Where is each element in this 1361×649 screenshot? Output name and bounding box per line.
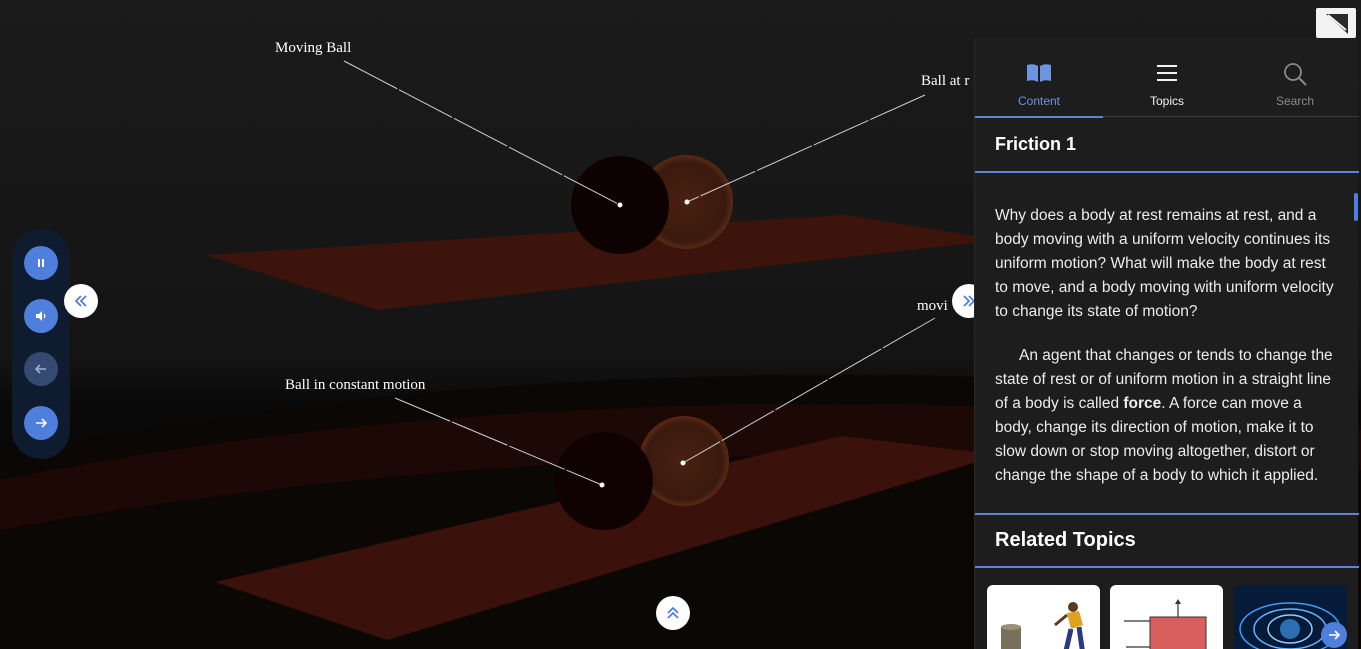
content-scrollbar[interactable] bbox=[1354, 193, 1358, 221]
related-topics-title: Related Topics bbox=[995, 529, 1136, 551]
panel-tabs: Content Topics Search bbox=[975, 38, 1359, 118]
fullscreen-toggle-button[interactable] bbox=[1316, 8, 1356, 38]
leader-dot bbox=[617, 202, 623, 208]
content-paragraph: An agent that changes or tends to change… bbox=[995, 344, 1341, 488]
topic-title: Friction 1 bbox=[995, 134, 1077, 154]
search-icon bbox=[1284, 63, 1307, 86]
chevrons-up-icon bbox=[667, 606, 679, 619]
corner-arrow-icon bbox=[1326, 14, 1348, 34]
related-topic-card[interactable] bbox=[987, 585, 1100, 649]
arrow-left-icon bbox=[34, 364, 46, 374]
tab-search-label: Search bbox=[1275, 94, 1315, 108]
expand-up-button[interactable] bbox=[656, 596, 690, 630]
label-moving: movi bbox=[917, 298, 948, 314]
content-paragraph: Why does a body at rest remains at rest,… bbox=[995, 207, 1334, 320]
tab-search[interactable]: Search bbox=[1231, 38, 1359, 118]
related-thumbnail-image bbox=[1124, 599, 1207, 649]
arrow-right-icon bbox=[1329, 630, 1341, 640]
label-ball-constant-motion: Ball in constant motion bbox=[285, 377, 426, 393]
bold-term: force bbox=[1123, 395, 1162, 412]
tab-topics-label: Topics bbox=[1149, 94, 1184, 108]
book-icon bbox=[1027, 64, 1051, 82]
tab-content-label: Content bbox=[1017, 94, 1061, 108]
related-divider bbox=[975, 566, 1359, 568]
pause-button[interactable] bbox=[24, 246, 58, 280]
leader-dot bbox=[680, 460, 686, 466]
tabs-divider bbox=[1103, 116, 1359, 117]
tab-content[interactable]: Content bbox=[975, 38, 1103, 118]
chevrons-left-icon bbox=[74, 295, 87, 307]
related-topic-card[interactable] bbox=[1110, 585, 1223, 649]
tab-topics[interactable]: Topics bbox=[1103, 38, 1231, 118]
label-moving-ball: Moving Ball bbox=[275, 40, 351, 56]
volume-icon bbox=[36, 311, 46, 321]
menu-icon bbox=[1157, 65, 1177, 81]
collapse-left-button[interactable] bbox=[64, 284, 98, 318]
leader-dot bbox=[599, 482, 605, 488]
related-thumbnail-image bbox=[1001, 602, 1085, 649]
title-divider bbox=[975, 171, 1359, 173]
content-panel: Content Topics Search Friction 1 Why doe… bbox=[974, 38, 1359, 649]
playback-control-dock bbox=[12, 229, 70, 459]
leader-dot bbox=[684, 199, 690, 205]
next-step-button[interactable] bbox=[24, 406, 58, 440]
previous-step-button[interactable] bbox=[24, 352, 58, 386]
pause-icon bbox=[38, 259, 44, 267]
content-divider bbox=[975, 513, 1359, 515]
label-ball-at-rest: Ball at r bbox=[921, 73, 969, 89]
volume-button[interactable] bbox=[24, 299, 58, 333]
related-next-button[interactable] bbox=[1321, 622, 1347, 648]
ball-constant-motion-lower bbox=[555, 432, 653, 530]
content-body[interactable]: Why does a body at rest remains at rest,… bbox=[995, 204, 1341, 512]
arrow-right-icon bbox=[36, 418, 48, 428]
